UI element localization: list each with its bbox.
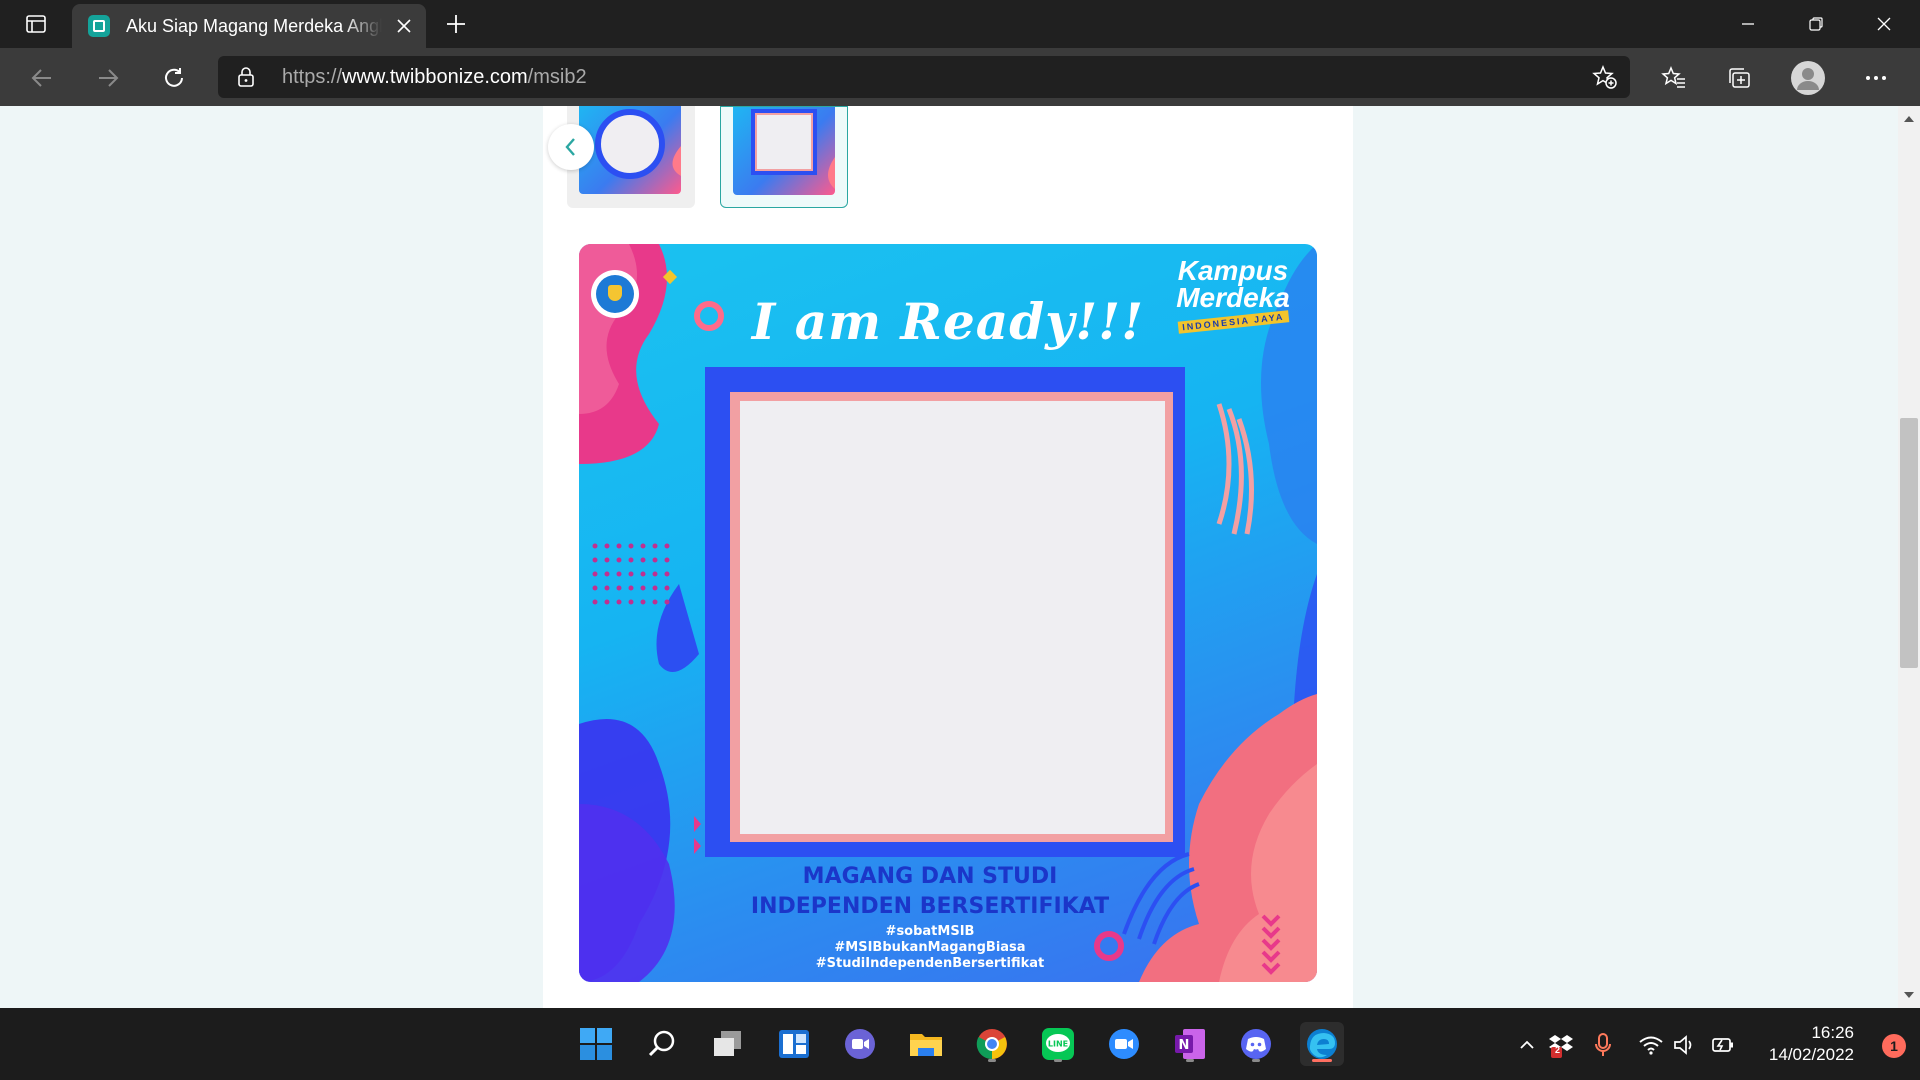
start-icon[interactable] [574,1022,618,1066]
thumbnail-square-frame[interactable] [720,106,848,208]
restore-icon[interactable] [1782,0,1850,48]
close-window-icon[interactable] [1850,0,1918,48]
microphone-icon[interactable] [1590,1032,1616,1058]
running-indicator [1054,1059,1062,1062]
dropbox-badge: 2 [1555,1045,1561,1055]
kampus-merdeka-logo: Kampus Merdeka INDONESIA JAYA [1167,255,1299,334]
brand-line-1: Kampus [1177,255,1289,286]
taskbar-clock[interactable]: 16:26 14/02/2022 [1769,1022,1854,1066]
hashtag: #StudiIndependenBersertifikat [815,956,1045,971]
show-hidden-icons-icon[interactable] [1514,1032,1540,1058]
file-explorer-icon[interactable] [904,1022,948,1066]
notification-center-badge[interactable]: 1 [1882,1034,1906,1058]
minimize-icon[interactable] [1714,0,1782,48]
dropbox-icon[interactable]: 2 [1548,1032,1574,1058]
browser-toolbar: https://www.twibbonize.com/msib2 [0,48,1920,106]
frame-subtitle-1: MAGANG DAN STUDI [802,864,1058,889]
scroll-up-arrow-icon[interactable] [1904,116,1914,122]
profile-avatar-icon[interactable] [1790,60,1826,96]
thumbnail-square-preview [733,107,835,195]
more-options-icon[interactable] [1858,60,1894,96]
windows-taskbar: LINE N 2 16:26 14/02/2022 1 [0,1008,1920,1080]
thumbnail-circle-preview [579,106,681,194]
twibbon-frame-preview[interactable]: I am Ready!!! Kampus Merdeka INDONESIA J… [579,244,1317,982]
twibbonize-favicon-icon [88,15,110,37]
edge-icon[interactable] [1300,1022,1344,1066]
address-bar[interactable]: https://www.twibbonize.com/msib2 [218,56,1630,98]
hashtag: #sobatMSIB [885,924,975,939]
tab-actions-icon[interactable] [16,10,56,38]
onenote-icon[interactable]: N [1168,1022,1212,1066]
url-text[interactable]: https://www.twibbonize.com/msib2 [282,66,587,89]
running-indicator [1312,1059,1332,1062]
zoom-icon[interactable] [1102,1022,1146,1066]
forward-icon[interactable] [90,60,126,96]
line-icon[interactable]: LINE [1036,1022,1080,1066]
running-indicator [1186,1059,1194,1062]
url-scheme: https:// [282,66,343,88]
search-icon[interactable] [640,1022,684,1066]
thumbnails-scroll-left-button[interactable] [548,124,594,170]
page-scrollbar[interactable] [1898,106,1920,1008]
discord-icon[interactable] [1234,1022,1278,1066]
volume-icon[interactable] [1672,1032,1698,1058]
running-indicator [988,1059,996,1062]
teams-chat-icon[interactable] [838,1022,882,1066]
refresh-icon[interactable] [156,60,192,96]
add-favorite-icon[interactable] [1592,64,1618,95]
url-domain: www.twibbonize.com [342,66,528,88]
svg-text:N: N [1179,1038,1190,1053]
scroll-down-arrow-icon[interactable] [1904,992,1914,998]
chevron-left-icon [565,138,575,156]
collections-icon[interactable] [1722,60,1758,96]
browser-titlebar: Aku Siap Magang Merdeka Angkatan 2 [0,0,1920,48]
tab-title: Aku Siap Magang Merdeka Angkatan 2 [126,15,382,36]
clock-date: 14/02/2022 [1768,1045,1854,1064]
active-tab[interactable]: Aku Siap Magang Merdeka Angkatan 2 [72,4,426,48]
frame-hashtags: #sobatMSIB #MSIBbukanMagangBiasa #StudiI… [579,924,1299,972]
new-tab-icon[interactable] [444,12,468,36]
running-indicator [1252,1059,1260,1062]
favorites-icon[interactable] [1656,60,1692,96]
page-viewport: I am Ready!!! Kampus Merdeka INDONESIA J… [0,106,1898,1008]
close-tab-icon[interactable] [394,16,414,36]
back-icon[interactable] [24,60,60,96]
url-path: /msib2 [527,66,587,88]
wifi-icon[interactable] [1638,1032,1664,1058]
photo-placeholder [740,401,1165,834]
chrome-icon[interactable] [970,1022,1014,1066]
battery-charging-icon[interactable] [1710,1032,1736,1058]
scrollbar-thumb[interactable] [1900,418,1918,668]
frame-subtitle-2: INDEPENDEN BERSERTIFIKAT [750,894,1110,919]
clock-time: 16:26 [1811,1023,1854,1042]
task-view-icon[interactable] [706,1022,750,1066]
brand-line-2: Merdeka [1176,282,1290,313]
lock-icon[interactable] [236,66,256,93]
svg-text:LINE: LINE [1048,1040,1068,1049]
hashtag: #MSIBbukanMagangBiasa [834,940,1026,955]
widgets-icon[interactable] [772,1022,816,1066]
